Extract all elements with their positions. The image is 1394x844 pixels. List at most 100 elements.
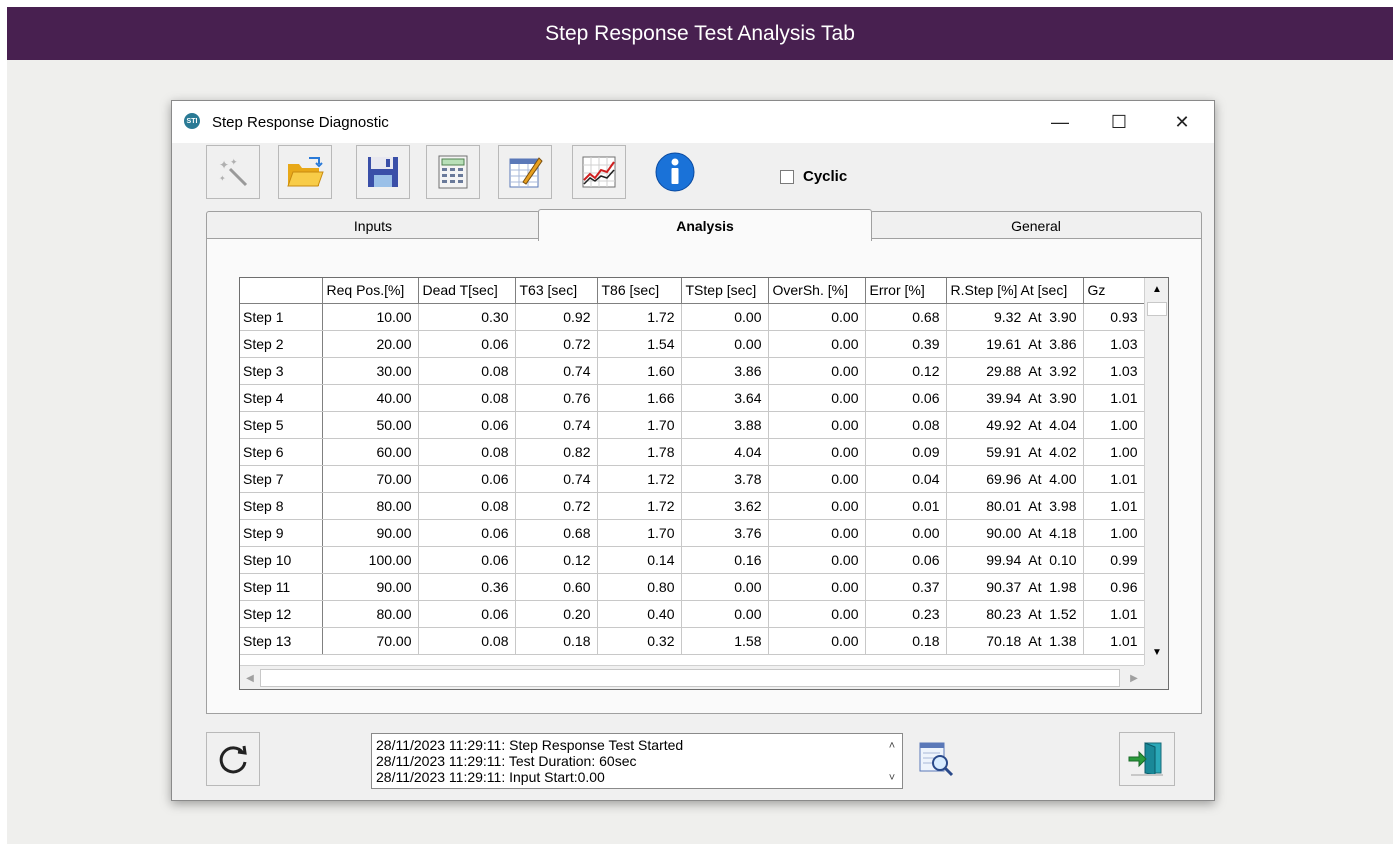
table-cell[interactable]: 0.23 — [865, 600, 947, 628]
table-cell[interactable]: 0.00 — [681, 330, 769, 358]
calculator-button[interactable] — [426, 145, 480, 199]
table-cell[interactable]: 0.32 — [597, 627, 682, 655]
table-cell[interactable]: 0.36 — [418, 573, 516, 601]
table-cell[interactable]: 0.08 — [418, 492, 516, 520]
table-cell[interactable]: 99.94 At 0.10 — [946, 546, 1084, 574]
table-cell[interactable]: 1.00 — [1083, 519, 1145, 547]
scroll-right-arrow-icon[interactable]: ▶ — [1124, 666, 1144, 689]
open-folder-button[interactable] — [278, 145, 332, 199]
table-row[interactable]: Step 7 70.00 0.06 0.74 1.72 3.78 0.00 0.04 69.96… — [240, 465, 1145, 493]
table-cell[interactable]: 0.06 — [418, 600, 516, 628]
table-cell[interactable]: 0.04 — [865, 465, 947, 493]
table-cell[interactable]: 3.78 — [681, 465, 769, 493]
row-header-cell[interactable]: Step 5 — [240, 411, 323, 439]
table-cell[interactable]: 19.61 At 3.86 — [946, 330, 1084, 358]
row-header-cell[interactable]: Step 2 — [240, 330, 323, 358]
table-cell[interactable]: 3.62 — [681, 492, 769, 520]
table-row[interactable]: Step 11 90.00 0.36 0.60 0.80 0.00 0.00 0.37 90.3… — [240, 573, 1145, 601]
table-cell[interactable]: 0.18 — [515, 627, 598, 655]
row-header-cell[interactable]: Step 3 — [240, 357, 323, 385]
table-cell[interactable]: 0.93 — [1083, 303, 1145, 331]
table-cell[interactable]: 1.01 — [1083, 492, 1145, 520]
header-cell[interactable]: Dead T[sec] — [418, 278, 516, 304]
table-cell[interactable]: 0.00 — [768, 465, 866, 493]
table-cell[interactable]: 40.00 — [322, 384, 419, 412]
table-cell[interactable]: 0.68 — [865, 303, 947, 331]
table-cell[interactable]: 0.08 — [865, 411, 947, 439]
table-row[interactable]: Step 6 60.00 0.08 0.82 1.78 4.04 0.00 0.09 59.91… — [240, 438, 1145, 466]
table-cell[interactable]: 0.06 — [418, 411, 516, 439]
horizontal-scroll-thumb[interactable] — [260, 669, 1120, 687]
table-cell[interactable]: 30.00 — [322, 357, 419, 385]
table-cell[interactable]: 1.70 — [597, 519, 682, 547]
table-cell[interactable]: 1.01 — [1083, 384, 1145, 412]
table-cell[interactable]: 0.00 — [865, 519, 947, 547]
table-row[interactable]: Step 5 50.00 0.06 0.74 1.70 3.88 0.00 0.08 49.92… — [240, 411, 1145, 439]
table-cell[interactable]: 0.60 — [515, 573, 598, 601]
chart-button[interactable] — [572, 145, 626, 199]
table-cell[interactable]: 0.00 — [768, 492, 866, 520]
table-cell[interactable]: 9.32 At 3.90 — [946, 303, 1084, 331]
row-header-cell[interactable]: Step 12 — [240, 600, 323, 628]
table-cell[interactable]: 0.00 — [768, 384, 866, 412]
row-header-cell[interactable]: Step 7 — [240, 465, 323, 493]
table-cell[interactable]: 1.72 — [597, 303, 682, 331]
table-cell[interactable]: 1.01 — [1083, 627, 1145, 655]
analysis-grid[interactable]: Req Pos.[%] Dead T[sec] T63 [sec] T86 [s… — [239, 277, 1169, 690]
title-bar[interactable]: STI Step Response Diagnostic — ☐ ✕ — [172, 101, 1214, 143]
table-cell[interactable]: 90.00 — [322, 519, 419, 547]
table-cell[interactable]: 3.64 — [681, 384, 769, 412]
magic-wand-button[interactable]: ✦ ✦ ✦ — [206, 145, 260, 199]
row-header-cell[interactable]: Step 10 — [240, 546, 323, 574]
table-cell[interactable]: 3.88 — [681, 411, 769, 439]
table-cell[interactable]: 0.12 — [515, 546, 598, 574]
table-cell[interactable]: 0.96 — [1083, 573, 1145, 601]
table-row[interactable]: Step 2 20.00 0.06 0.72 1.54 0.00 0.00 0.39 19.61… — [240, 330, 1145, 358]
table-cell[interactable]: 70.00 — [322, 627, 419, 655]
table-cell[interactable]: 90.00 At 4.18 — [946, 519, 1084, 547]
table-row[interactable]: Step 1 10.00 0.30 0.92 1.72 0.00 0.00 0.68 9.32 … — [240, 303, 1145, 331]
row-header-cell[interactable]: Step 4 — [240, 384, 323, 412]
table-cell[interactable]: 0.06 — [418, 465, 516, 493]
row-header-cell[interactable]: Step 8 — [240, 492, 323, 520]
table-cell[interactable]: 0.14 — [597, 546, 682, 574]
table-cell[interactable]: 0.16 — [681, 546, 769, 574]
header-cell[interactable]: T63 [sec] — [515, 278, 598, 304]
maximize-button[interactable]: ☐ — [1097, 107, 1141, 137]
row-header-cell[interactable]: Step 11 — [240, 573, 323, 601]
table-cell[interactable]: 0.00 — [768, 411, 866, 439]
table-row[interactable]: Step 3 30.00 0.08 0.74 1.60 3.86 0.00 0.12 29.88… — [240, 357, 1145, 385]
log-scroll-up-icon[interactable]: ˄ — [889, 738, 895, 754]
table-cell[interactable]: 1.70 — [597, 411, 682, 439]
table-cell[interactable]: 0.06 — [865, 384, 947, 412]
table-cell[interactable]: 0.08 — [418, 384, 516, 412]
table-cell[interactable]: 0.00 — [768, 546, 866, 574]
table-row[interactable]: Step 12 80.00 0.06 0.20 0.40 0.00 0.00 0.23 80.2… — [240, 600, 1145, 628]
table-cell[interactable]: 0.80 — [597, 573, 682, 601]
tab-analysis[interactable]: Analysis — [538, 209, 872, 241]
edit-sheet-button[interactable] — [498, 145, 552, 199]
table-cell[interactable]: 0.00 — [768, 600, 866, 628]
scroll-left-arrow-icon[interactable]: ◀ — [240, 666, 260, 689]
table-cell[interactable]: 0.40 — [597, 600, 682, 628]
table-cell[interactable]: 39.94 At 3.90 — [946, 384, 1084, 412]
table-row[interactable]: Step 10 100.00 0.06 0.12 0.14 0.16 0.00 0.06 99.… — [240, 546, 1145, 574]
table-cell[interactable]: 0.06 — [865, 546, 947, 574]
table-cell[interactable]: 0.06 — [418, 546, 516, 574]
table-cell[interactable]: 10.00 — [322, 303, 419, 331]
info-button[interactable] — [648, 145, 702, 199]
table-cell[interactable]: 0.06 — [418, 330, 516, 358]
table-cell[interactable]: 20.00 — [322, 330, 419, 358]
table-cell[interactable]: 0.37 — [865, 573, 947, 601]
view-log-button[interactable] — [912, 734, 960, 784]
table-cell[interactable]: 1.00 — [1083, 411, 1145, 439]
table-row[interactable]: Step 4 40.00 0.08 0.76 1.66 3.64 0.00 0.06 39.94… — [240, 384, 1145, 412]
table-cell[interactable]: 1.00 — [1083, 438, 1145, 466]
table-cell[interactable]: 0.00 — [768, 573, 866, 601]
scroll-up-arrow-icon[interactable]: ▲ — [1145, 278, 1168, 300]
row-header-cell[interactable]: Step 9 — [240, 519, 323, 547]
table-cell[interactable]: 0.06 — [418, 519, 516, 547]
header-cell[interactable]: TStep [sec] — [681, 278, 769, 304]
table-cell[interactable]: 0.68 — [515, 519, 598, 547]
table-cell[interactable]: 0.01 — [865, 492, 947, 520]
